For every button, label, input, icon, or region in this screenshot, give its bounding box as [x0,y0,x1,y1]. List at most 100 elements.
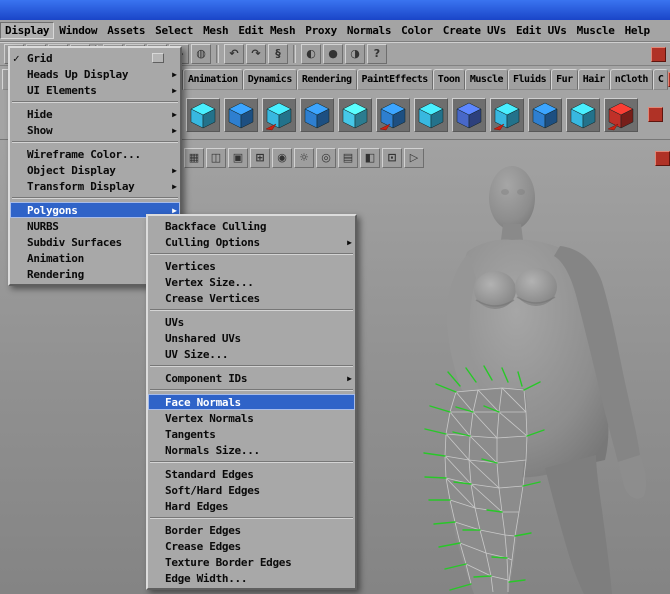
shelf-poly-tool-icon-10[interactable] [528,98,562,132]
menu-color[interactable]: Color [396,22,438,39]
menu-item-uv-size[interactable]: UV Size... [148,346,355,362]
shaded-display-icon[interactable]: ◫ [206,148,226,168]
poly-cube-glyph [301,99,333,131]
menu-item-label: Show [26,124,166,137]
shelf-poly-tool-icon-1[interactable] [186,98,220,132]
menu-item-vertex-size[interactable]: Vertex Size... [148,274,355,290]
film-gate-icon[interactable]: ▤ [338,148,358,168]
menu-item-crease-vertices[interactable]: Crease Vertices [148,290,355,306]
menu-separator [150,253,353,255]
menu-window[interactable]: Window [54,22,102,39]
menu-item-grid[interactable]: ✓Grid [10,50,180,66]
shelf-poly-tool-icon-6[interactable] [376,98,410,132]
shelf-tab-muscle[interactable]: Muscle [465,69,508,90]
shelf-tab-ncloth[interactable]: nCloth [610,69,653,90]
shelf-tab-fluids[interactable]: Fluids [508,69,551,90]
menu-item-vertex-normals[interactable]: Vertex Normals [148,410,355,426]
menu-item-normals-size[interactable]: Normals Size... [148,442,355,458]
menu-create-uvs[interactable]: Create UVs [438,22,511,39]
menu-mesh[interactable]: Mesh [198,22,233,39]
resolution-gate-icon[interactable]: ◎ [316,148,336,168]
menu-item-wireframe-color[interactable]: Wireframe Color... [10,146,180,162]
menu-item-soft-hard-edges[interactable]: Soft/Hard Edges [148,482,355,498]
construction-history-icon[interactable]: § [268,44,288,64]
menu-item-component-ids[interactable]: Component IDs▶ [148,370,355,386]
menu-item-texture-border-edges[interactable]: Texture Border Edges [148,554,355,570]
shelf-tab-hair[interactable]: Hair [578,69,610,90]
menu-proxy[interactable]: Proxy [300,22,342,39]
menu-display[interactable]: Display [0,22,54,39]
textured-display-icon[interactable]: ▣ [228,148,248,168]
grid-toggle-icon[interactable]: ⊞ [250,148,270,168]
menu-item-tangents[interactable]: Tangents [148,426,355,442]
toolbar-separator [216,45,219,63]
menu-item-label: Hide [26,108,166,121]
model-back-leg [545,455,612,594]
make-live-icon[interactable]: ◍ [191,44,211,64]
menu-separator [12,141,178,143]
shelf-tab-c[interactable]: C [653,69,669,90]
playblast-icon[interactable]: ▷ [404,148,424,168]
shelf-poly-tool-icon-4[interactable] [300,98,334,132]
shelf-poly-tool-icon-2[interactable] [224,98,258,132]
shelf-tab-rendering[interactable]: Rendering [297,69,357,90]
option-box-icon[interactable] [152,53,164,63]
shelf-poly-tool-icon-5[interactable] [338,98,372,132]
toolbar-red-button[interactable] [651,47,666,62]
menu-edit-mesh[interactable]: Edit Mesh [233,22,300,39]
menu-item-heads-up-display[interactable]: Heads Up Display▶ [10,66,180,82]
menu-normals[interactable]: Normals [342,22,396,39]
shelf-red-button[interactable] [648,107,663,122]
shelf-poly-tool-icon-9[interactable] [490,98,524,132]
menu-item-unshared-uvs[interactable]: Unshared UVs [148,330,355,346]
menu-item-face-normals[interactable]: Face Normals [148,394,355,410]
input-connections-icon[interactable]: ↶ [224,44,244,64]
xray-icon[interactable]: ⊡ [382,148,402,168]
menu-item-vertices[interactable]: Vertices [148,258,355,274]
poly-cube-glyph [605,99,637,131]
wireframe-display-icon[interactable]: ▦ [184,148,204,168]
menu-separator [150,461,353,463]
shelf-tab-fur[interactable]: Fur [551,69,578,90]
title-bar[interactable]: 9 Unlimited: untitled --- polySurface9..… [0,0,670,20]
menu-help[interactable]: Help [620,22,655,39]
menu-item-border-edges[interactable]: Border Edges [148,522,355,538]
menu-item-standard-edges[interactable]: Standard Edges [148,466,355,482]
red-arrow-overlay-icon [608,124,618,130]
shelf-poly-tool-icon-12[interactable] [604,98,638,132]
shelf-tab-dynamics[interactable]: Dynamics [243,69,297,90]
menu-item-backface-culling[interactable]: Backface Culling [148,218,355,234]
menu-item-hard-edges[interactable]: Hard Edges [148,498,355,514]
isolate-select-icon[interactable]: ◧ [360,148,380,168]
menu-item-transform-display[interactable]: Transform Display▶ [10,178,180,194]
render-view-icon[interactable]: ◐ [301,44,321,64]
poly-cube-glyph [567,99,599,131]
camera-icon[interactable]: ◉ [272,148,292,168]
shelf-poly-tool-icon-3[interactable] [262,98,296,132]
menu-select[interactable]: Select [150,22,198,39]
menu-assets[interactable]: Assets [102,22,150,39]
menu-item-edge-width[interactable]: Edge Width... [148,570,355,586]
ipr-render-icon[interactable]: ◑ [345,44,365,64]
render-current-frame-icon[interactable]: ● [323,44,343,64]
submenu-arrow-icon: ▶ [341,238,352,247]
menu-item-crease-edges[interactable]: Crease Edges [148,538,355,554]
menu-item-uvs[interactable]: UVs [148,314,355,330]
menu-item-object-display[interactable]: Object Display▶ [10,162,180,178]
output-connections-icon[interactable]: ↷ [246,44,266,64]
menu-item-ui-elements[interactable]: UI Elements▶ [10,82,180,98]
shelf-tab-toon[interactable]: Toon [433,69,465,90]
light-icon[interactable]: ☼ [294,148,314,168]
menu-item-culling-options[interactable]: Culling Options▶ [148,234,355,250]
shelf-poly-tool-icon-11[interactable] [566,98,600,132]
shelf-tab-animation[interactable]: Animation [183,69,243,90]
shelf-tab-painteffects[interactable]: PaintEffects [357,69,433,90]
menu-muscle[interactable]: Muscle [572,22,620,39]
toolbar-red-button[interactable] [655,151,670,166]
shelf-poly-tool-icon-8[interactable] [452,98,486,132]
help-icon[interactable]: ? [367,44,387,64]
menu-edit-uvs[interactable]: Edit UVs [511,22,572,39]
menu-item-show[interactable]: Show▶ [10,122,180,138]
menu-item-hide[interactable]: Hide▶ [10,106,180,122]
shelf-poly-tool-icon-7[interactable] [414,98,448,132]
